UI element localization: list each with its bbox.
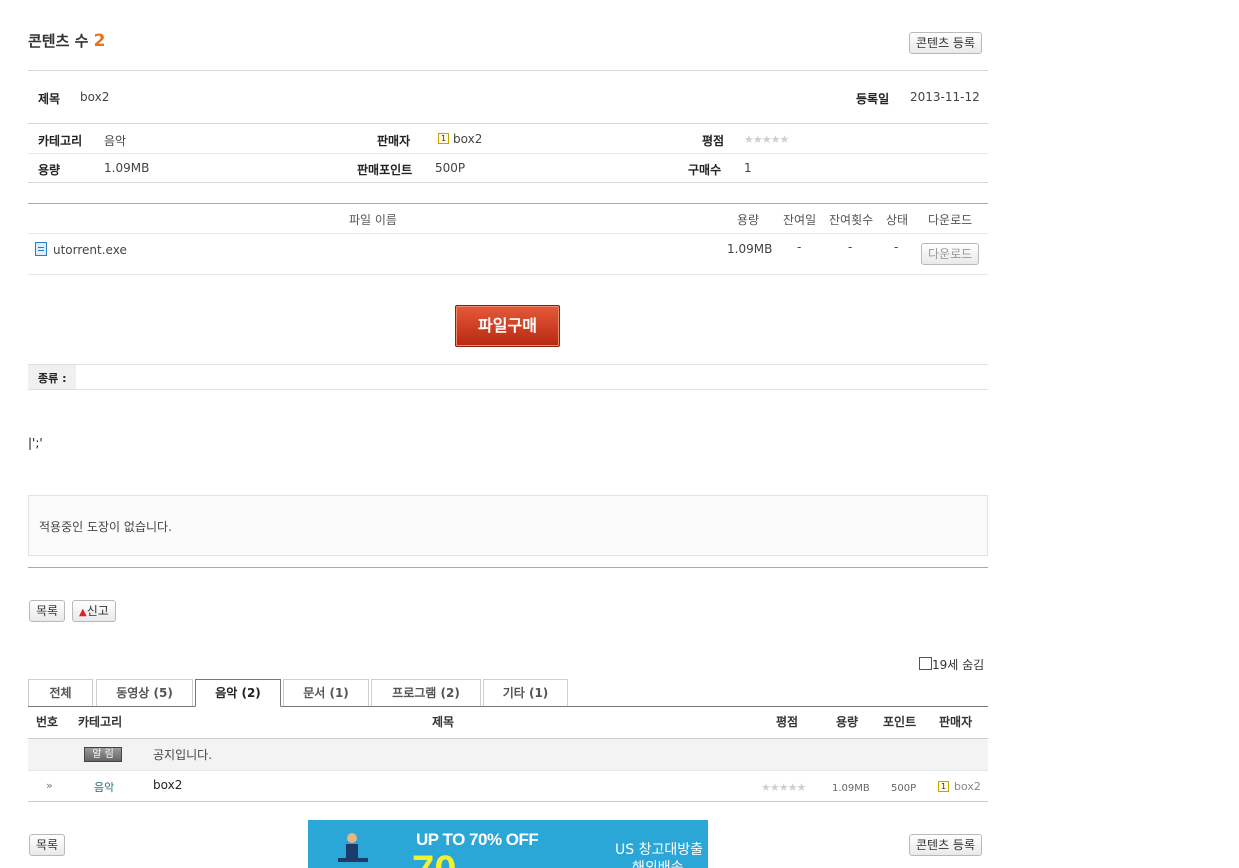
remaining-days-header: 잔여일 — [783, 213, 817, 227]
level-icon: 1 — [938, 781, 949, 792]
notice-badge: 알 림 — [84, 747, 122, 762]
date-label: 등록일 — [856, 92, 890, 106]
stamp-notice: 적용중인 도장이 없습니다. — [39, 520, 172, 534]
title-label: 제목 — [38, 92, 61, 106]
list-header-point: 포인트 — [883, 715, 917, 729]
list-header-title: 제목 — [432, 715, 455, 729]
content-count-title: 콘텐츠 수 2 — [28, 30, 106, 51]
tabs-baseline — [28, 706, 988, 707]
rating-label: 평점 — [702, 134, 725, 148]
register-content-button[interactable]: 콘텐츠 등록 — [909, 32, 983, 54]
purchase-file-button[interactable]: 파일구매 — [455, 305, 560, 347]
row-size: 1.09MB — [832, 783, 870, 794]
file-table-top-border — [28, 203, 988, 204]
list-header-size: 용량 — [836, 715, 859, 729]
status-header: 상태 — [886, 213, 909, 227]
divider — [28, 123, 988, 124]
content-count-value: 2 — [93, 31, 106, 51]
divider — [28, 274, 988, 275]
file-remaining-days: - — [797, 240, 802, 254]
seller-label: 판매자 — [377, 134, 411, 148]
list-header-rating: 평점 — [776, 715, 799, 729]
buyers-value: 1 — [744, 161, 752, 175]
divider — [28, 153, 988, 154]
level-icon: 1 — [438, 133, 449, 144]
bottom-list-button[interactable]: 목록 — [29, 834, 66, 856]
file-size: 1.09MB — [727, 242, 773, 256]
sale-point-value: 500P — [435, 161, 466, 175]
content-count-label: 콘텐츠 수 — [28, 32, 89, 50]
row-num: » — [46, 779, 53, 792]
table-row: » 음악 box2 ★★★★★ 1.09MB 500P 1 box2 — [28, 771, 988, 801]
list-header-num: 번호 — [36, 715, 59, 729]
file-size-header: 용량 — [737, 213, 760, 227]
stamp-box: 적용중인 도장이 없습니다. — [28, 495, 988, 556]
seller-value[interactable]: box2 — [453, 132, 482, 146]
divider — [28, 389, 988, 390]
title-value: box2 — [80, 90, 110, 104]
tab-video[interactable]: 동영상 (5) — [96, 679, 193, 707]
divider — [28, 801, 988, 802]
tab-document[interactable]: 문서 (1) — [283, 679, 369, 707]
file-name-header: 파일 이름 — [349, 213, 397, 227]
date-value: 2013-11-12 — [910, 90, 980, 104]
download-header: 다운로드 — [928, 213, 973, 227]
ad-banner[interactable]: UP TO 70% OFF 70 US 창고대방출 해외배송 — [308, 820, 708, 868]
adult-hide-checkbox[interactable] — [919, 657, 932, 670]
adult-hide-option[interactable]: 19세 숨김 — [919, 656, 984, 673]
file-status: - — [894, 240, 899, 254]
divider — [28, 182, 988, 183]
size-value: 1.09MB — [104, 161, 150, 175]
size-label: 용량 — [38, 163, 61, 177]
divider — [28, 567, 988, 568]
tab-program[interactable]: 프로그램 (2) — [371, 679, 481, 707]
kind-label: 종류 : — [38, 372, 67, 385]
row-rating-stars: ★★★★★ — [761, 781, 806, 794]
list-button[interactable]: 목록 — [29, 600, 66, 622]
notice-title[interactable]: 공지입니다. — [153, 746, 212, 763]
file-name[interactable]: utorrent.exe — [53, 243, 127, 257]
banner-headline: UP TO 70% OFF — [416, 830, 539, 849]
siren-icon: ▲ — [79, 607, 87, 618]
divider — [28, 70, 988, 71]
list-header-category: 카테고리 — [78, 715, 123, 729]
notice-row: 알 림 공지입니다. — [28, 739, 988, 770]
list-header-seller: 판매자 — [939, 715, 973, 729]
rating-stars: ★★★★★ — [744, 133, 789, 146]
banner-figure-icon — [338, 832, 388, 868]
report-button[interactable]: ▲신고 — [72, 600, 116, 622]
banner-right-text-1: US 창고대방출 — [615, 842, 703, 858]
row-point: 500P — [891, 783, 917, 794]
tab-all[interactable]: 전체 — [28, 679, 93, 707]
bottom-register-content-button[interactable]: 콘텐츠 등록 — [909, 834, 983, 856]
row-title[interactable]: box2 — [153, 778, 182, 792]
remaining-count-header: 잔여횟수 — [829, 213, 874, 227]
file-row: utorrent.exe 1.09MB - - - 다운로드 — [28, 234, 988, 274]
banner-big-number: 70 — [412, 850, 457, 868]
file-remaining-count: - — [848, 240, 853, 254]
row-seller[interactable]: box2 — [954, 780, 981, 793]
download-button[interactable]: 다운로드 — [921, 243, 980, 265]
content-body-text: |';' — [28, 436, 43, 450]
buyers-label: 구매수 — [688, 163, 722, 177]
tab-music[interactable]: 음악 (2) — [195, 679, 281, 707]
category-label: 카테고리 — [38, 134, 83, 148]
kind-row: 종류 : — [28, 365, 988, 389]
sale-point-label: 판매포인트 — [357, 163, 413, 177]
report-label: 신고 — [86, 604, 109, 618]
row-category[interactable]: 음악 — [94, 779, 114, 795]
file-icon — [35, 242, 47, 256]
category-value: 음악 — [104, 134, 127, 148]
tab-etc[interactable]: 기타 (1) — [483, 679, 568, 707]
banner-right-text-2: 해외배송 — [632, 860, 684, 868]
adult-hide-label: 19세 숨김 — [932, 658, 985, 672]
